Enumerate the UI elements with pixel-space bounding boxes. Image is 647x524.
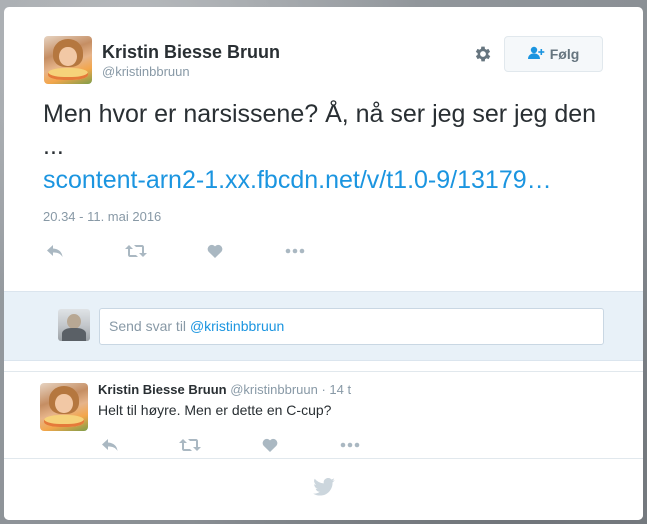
follow-label: Følg <box>549 46 580 62</box>
reply-text: Helt til høyre. Men er dette en C-cup? <box>98 402 332 418</box>
retweet-icon[interactable] <box>178 435 202 455</box>
retweet-icon[interactable] <box>124 241 148 261</box>
reply-separator: · <box>317 382 330 397</box>
author-name[interactable]: Kristin Biesse Bruun <box>102 42 280 63</box>
reply-composer: Send svar til @kristinbbruun <box>4 291 643 361</box>
reply-author-handle[interactable]: @kristinbbruun <box>230 382 318 397</box>
reply-author-name[interactable]: Kristin Biesse Bruun <box>98 382 227 397</box>
tweet-link[interactable]: scontent-arn2-1.xx.fbcdn.net/v/t1.0-9/13… <box>43 164 603 196</box>
author-avatar[interactable] <box>44 36 92 84</box>
main-tweet: Kristin Biesse Bruun @kristinbbruun Følg… <box>4 7 643 291</box>
reply-author-avatar[interactable] <box>40 383 88 431</box>
modal-footer <box>4 458 643 520</box>
tweet-timestamp[interactable]: 20.34 - 11. mai 2016 <box>43 209 161 224</box>
tweet-text: Men hvor er narsissene? Å, nå ser jeg se… <box>43 100 597 160</box>
gear-icon[interactable] <box>472 43 494 65</box>
heart-icon[interactable] <box>258 435 282 455</box>
reply-placeholder: Send svar til <box>109 318 190 334</box>
reply-input[interactable]: Send svar til @kristinbbruun <box>99 308 604 345</box>
heart-icon[interactable] <box>203 241 227 261</box>
twitter-bird-icon <box>312 477 335 501</box>
reply-age[interactable]: 14 t <box>329 382 351 397</box>
add-user-icon <box>527 46 546 63</box>
reply-tweet: Kristin Biesse Bruun @kristinbbruun · 14… <box>4 371 643 458</box>
reply-icon[interactable] <box>98 435 122 455</box>
current-user-avatar <box>58 309 90 341</box>
reply-header: Kristin Biesse Bruun @kristinbbruun · 14… <box>98 382 351 397</box>
reply-mention: @kristinbbruun <box>189 318 285 334</box>
follow-button[interactable]: Følg <box>504 36 603 72</box>
author-handle[interactable]: @kristinbbruun <box>102 64 190 79</box>
reply-icon[interactable] <box>43 241 67 261</box>
more-icon[interactable] <box>283 241 307 261</box>
tweet-modal: Kristin Biesse Bruun @kristinbbruun Følg… <box>4 7 643 520</box>
more-icon[interactable] <box>338 435 362 455</box>
